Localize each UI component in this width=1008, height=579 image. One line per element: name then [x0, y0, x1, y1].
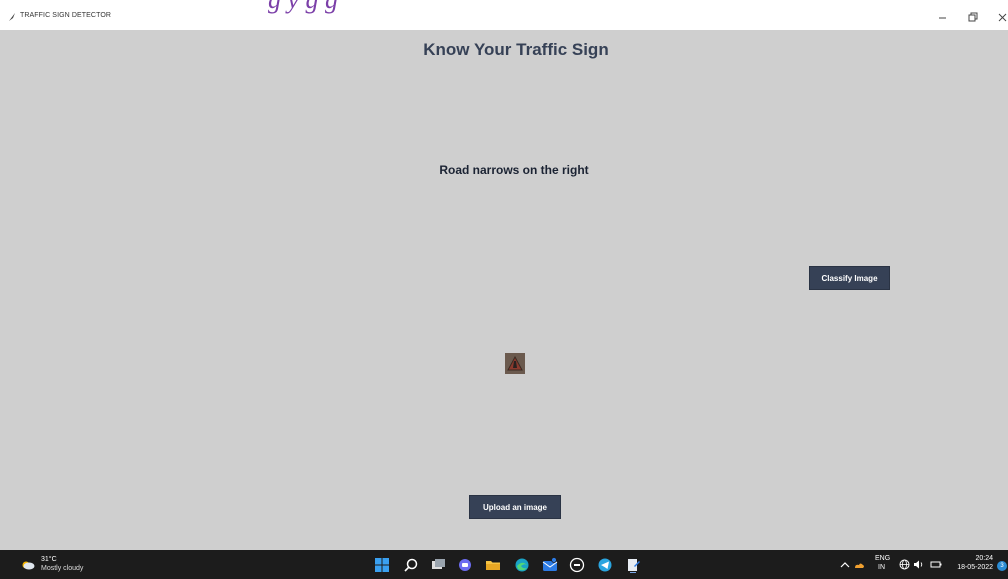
clock-date[interactable]: 18-05-2022: [952, 564, 993, 571]
chat-icon[interactable]: [457, 557, 473, 573]
window-title-bar: TRAFFIC SIGN DETECTOR g y g g: [0, 0, 1008, 30]
battery-icon[interactable]: [930, 559, 942, 570]
dell-icon[interactable]: [569, 557, 585, 573]
prediction-label: Road narrows on the right: [439, 163, 589, 177]
overlay-text: g y g g: [268, 0, 338, 13]
windows-start-icon[interactable]: [374, 557, 390, 573]
speaker-icon[interactable]: [913, 559, 924, 570]
clock-time[interactable]: 20:24: [963, 555, 993, 562]
chevron-up-icon[interactable]: [840, 561, 850, 569]
telegram-icon[interactable]: [597, 557, 613, 573]
app-screen: TRAFFIC SIGN DETECTOR g y g g Know Your …: [0, 0, 1008, 579]
taskbar: 31°C Mostly cloudy ENG IN 20:24 18-05-20…: [0, 550, 1008, 579]
app-canvas: Know Your Traffic Sign Road narrows on t…: [8, 30, 1008, 550]
window-title: TRAFFIC SIGN DETECTOR: [20, 12, 112, 19]
cloud-icon[interactable]: [21, 558, 35, 570]
uploaded-sign-image: [505, 353, 525, 374]
close-icon[interactable]: [997, 12, 1008, 22]
weather-temperature[interactable]: 31°C: [41, 556, 57, 563]
page-title: Know Your Traffic Sign: [423, 40, 609, 59]
restore-icon[interactable]: [966, 12, 978, 22]
edge-icon[interactable]: [514, 557, 530, 573]
classify-image-button[interactable]: Classify Image: [809, 266, 890, 290]
language-region[interactable]: IN: [878, 564, 885, 571]
language-code[interactable]: ENG: [875, 555, 890, 562]
weather-description[interactable]: Mostly cloudy: [41, 565, 83, 572]
task-view-icon[interactable]: [430, 557, 446, 573]
minimize-icon[interactable]: [937, 12, 949, 22]
file-explorer-icon[interactable]: [485, 557, 501, 573]
upload-image-button[interactable]: Upload an image: [469, 495, 561, 519]
feather-icon: [9, 13, 15, 21]
notification-badge[interactable]: 3: [997, 561, 1007, 571]
notepad-icon[interactable]: [625, 557, 641, 573]
mail-icon[interactable]: [542, 557, 558, 573]
network-icon[interactable]: [899, 559, 910, 570]
onedrive-icon[interactable]: [853, 559, 865, 571]
search-icon[interactable]: [403, 557, 419, 573]
